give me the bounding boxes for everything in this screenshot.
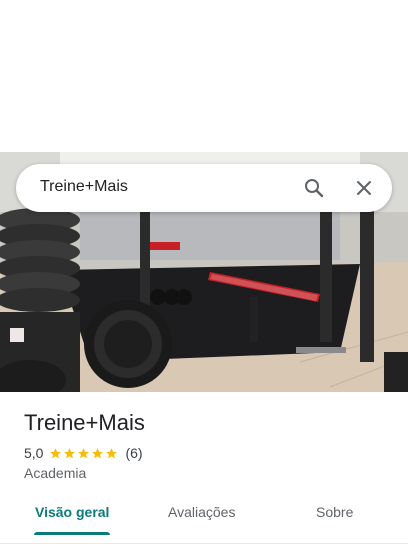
star-rating xyxy=(49,447,119,460)
star-icon xyxy=(106,447,118,458)
active-tab-indicator xyxy=(34,532,110,535)
tab-about[interactable]: Sobre xyxy=(316,504,353,520)
close-icon[interactable] xyxy=(352,176,376,200)
star-icon xyxy=(78,447,90,458)
tab-overview[interactable]: Visão geral xyxy=(35,504,109,520)
place-category: Academia xyxy=(24,465,87,481)
rating-value: 5,0 xyxy=(24,445,44,461)
star-icon xyxy=(50,447,62,458)
search-query[interactable]: Treine+Mais xyxy=(40,178,128,196)
star-icon xyxy=(64,447,76,458)
search-icon[interactable] xyxy=(302,176,326,200)
search-bar[interactable]: Treine+Mais xyxy=(16,164,392,212)
reviews-count[interactable]: (6) xyxy=(125,445,142,461)
map-blank-area xyxy=(0,0,408,152)
place-tabs: Visão geral Avaliações Sobre xyxy=(0,492,408,536)
place-title: Treine+Mais xyxy=(24,410,145,435)
tab-reviews[interactable]: Avaliações xyxy=(168,504,235,520)
rating-row[interactable]: 5,0 (6) xyxy=(24,444,143,462)
star-icon xyxy=(92,447,104,458)
